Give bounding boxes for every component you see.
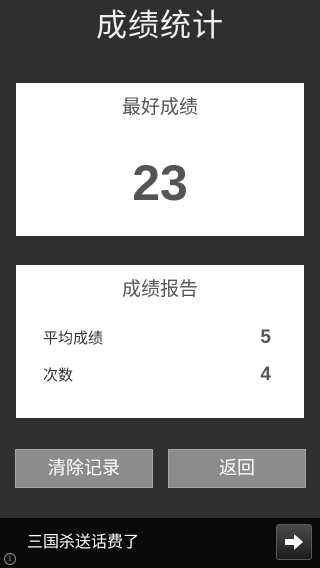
best-score-value: 23	[132, 155, 188, 211]
best-score-label: 最好成绩	[121, 96, 198, 118]
score-report-title: 成绩报告	[121, 278, 198, 300]
info-icon[interactable]: i	[4, 553, 16, 565]
ad-text[interactable]: 三国杀送话费了	[27, 531, 139, 553]
average-score-row: 平均成绩 5	[43, 326, 271, 352]
back-button[interactable]: 返回	[168, 449, 306, 488]
best-score-card: 最好成绩 23	[16, 83, 304, 236]
page-title: 成绩统计	[96, 8, 224, 44]
arrow-right-icon[interactable]	[276, 524, 312, 560]
average-score-value: 5	[260, 327, 271, 348]
average-score-label: 平均成绩	[43, 329, 104, 347]
play-count-value: 4	[260, 364, 271, 385]
ad-banner[interactable]: 三国杀送话费了 i	[0, 518, 320, 568]
score-report-card: 成绩报告 平均成绩 5 次数 4	[16, 265, 304, 418]
clear-records-button[interactable]: 清除记录	[15, 449, 153, 488]
play-count-row: 次数 4	[43, 363, 271, 389]
play-count-label: 次数	[43, 366, 74, 384]
